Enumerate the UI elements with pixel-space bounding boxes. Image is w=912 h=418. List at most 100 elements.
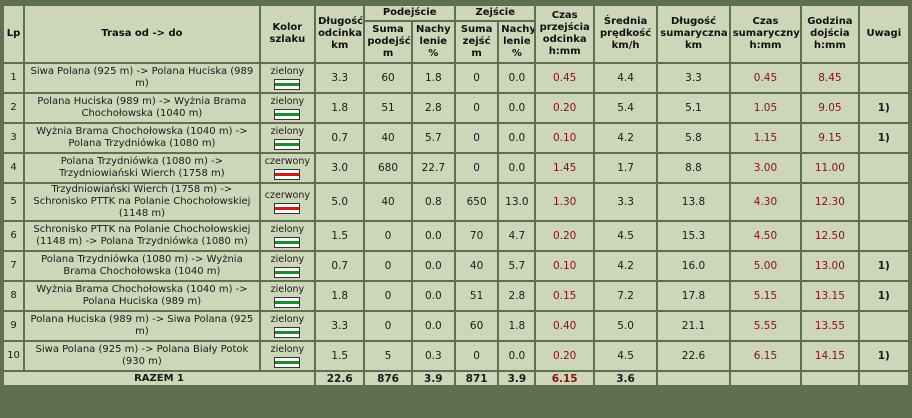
cell-suma-podejsc: 60 [365, 64, 411, 92]
cell-suma-podejsc: 680 [365, 154, 411, 182]
cell-dlugosc: 0.7 [316, 124, 364, 152]
trail-marker-stripe [275, 113, 300, 116]
cell-kolor: zielony [260, 342, 315, 370]
cell-kolor: zielony [260, 64, 315, 92]
cell-uwagi: 1) [859, 282, 908, 310]
cell-czas-sum: 5.15 [730, 282, 801, 310]
cell-czas-sum: 4.50 [730, 222, 801, 250]
cell-uwagi [859, 222, 908, 250]
cell-czas: 1.30 [536, 184, 593, 220]
cell-lp: 9 [4, 312, 24, 340]
cell-trasa: Polana Trzydniówka (1080 m) -> Trzydniow… [25, 154, 259, 182]
trail-marker-icon [274, 79, 301, 90]
cell-trasa: Polana Huciska (989 m) -> Siwa Polana (9… [25, 312, 259, 340]
trail-marker-icon [274, 139, 301, 150]
cell-trasa: Polana Trzydniówka (1080 m) -> Wyżnia Br… [25, 252, 259, 280]
cell-predkosc: 5.0 [594, 312, 657, 340]
cell-predkosc: 4.5 [594, 222, 657, 250]
cell-suma-zejsc: 0 [455, 342, 498, 370]
route-table-body: 1 Siwa Polana (925 m) -> Polana Huciska (… [4, 64, 908, 370]
trail-marker-stripe [275, 331, 300, 334]
trail-marker-stripe [275, 207, 300, 210]
trail-marker-icon [274, 109, 301, 120]
trail-marker-icon [274, 297, 301, 308]
cell-czas: 0.45 [536, 64, 593, 92]
total-empty-4 [859, 372, 908, 385]
cell-czas-sum: 3.00 [730, 154, 801, 182]
header-kolor: Kolor szlaku [260, 6, 315, 62]
trail-marker-stripe [275, 143, 300, 146]
cell-kolor: zielony [260, 94, 315, 122]
table-row: 5 Trzydniowiański Wierch (1758 m) -> Schr… [4, 184, 908, 220]
cell-predkosc: 5.4 [594, 94, 657, 122]
cell-godzina: 8.45 [802, 64, 858, 92]
cell-kolor: zielony [260, 312, 315, 340]
cell-dlugosc-sum: 5.1 [658, 94, 729, 122]
cell-nachylenie-podejscie: 0.3 [412, 342, 454, 370]
cell-nachylenie-zejscie: 0.0 [499, 342, 535, 370]
trail-marker-stripe [275, 361, 300, 364]
cell-predkosc: 4.2 [594, 252, 657, 280]
cell-suma-zejsc: 60 [455, 312, 498, 340]
cell-czas-sum: 5.55 [730, 312, 801, 340]
cell-dlugosc-sum: 8.8 [658, 154, 729, 182]
cell-lp: 5 [4, 184, 24, 220]
cell-godzina: 12.50 [802, 222, 858, 250]
cell-nachylenie-podejscie: 0.0 [412, 312, 454, 340]
cell-godzina: 13.00 [802, 252, 858, 280]
cell-uwagi [859, 64, 908, 92]
cell-nachylenie-zejscie: 0.0 [499, 94, 535, 122]
cell-nachylenie-podejscie: 1.8 [412, 64, 454, 92]
cell-nachylenie-zejscie: 4.7 [499, 222, 535, 250]
table-row: 4 Polana Trzydniówka (1080 m) -> Trzydnio… [4, 154, 908, 182]
cell-lp: 4 [4, 154, 24, 182]
trail-color-label: zielony [270, 224, 305, 235]
total-empty-1 [658, 372, 729, 385]
cell-dlugosc: 0.7 [316, 252, 364, 280]
cell-dlugosc-sum: 3.3 [658, 64, 729, 92]
total-predkosc: 3.6 [594, 372, 657, 385]
cell-czas: 0.20 [536, 222, 593, 250]
cell-kolor: zielony [260, 252, 315, 280]
total-suma-zejsc: 871 [455, 372, 498, 385]
cell-suma-zejsc: 0 [455, 154, 498, 182]
cell-godzina: 12.30 [802, 184, 858, 220]
cell-nachylenie-zejscie: 13.0 [499, 184, 535, 220]
cell-nachylenie-zejscie: 2.8 [499, 282, 535, 310]
trail-color-label: zielony [270, 96, 305, 107]
trail-color-label: zielony [270, 254, 305, 265]
cell-nachylenie-zejscie: 0.0 [499, 154, 535, 182]
table-row: 2 Polana Huciska (989 m) -> Wyżnia Brama … [4, 94, 908, 122]
header-czas-sum: Czas sumaryczny h:mm [730, 6, 801, 62]
cell-kolor: zielony [260, 282, 315, 310]
cell-czas: 0.15 [536, 282, 593, 310]
trail-color-label: czerwony [264, 156, 310, 167]
cell-suma-podejsc: 0 [365, 312, 411, 340]
trail-color-label: zielony [270, 284, 305, 295]
cell-nachylenie-zejscie: 0.0 [499, 124, 535, 152]
route-table-frame: Lp Trasa od -> do Kolor szlaku Długość o… [0, 0, 912, 418]
header-dlugosc: Długość odcinka km [316, 6, 364, 62]
header-zejscie: Zejście [455, 6, 535, 20]
cell-suma-zejsc: 0 [455, 124, 498, 152]
cell-suma-podejsc: 5 [365, 342, 411, 370]
cell-suma-podejsc: 51 [365, 94, 411, 122]
cell-lp: 8 [4, 282, 24, 310]
cell-trasa: Wyżnia Brama Chochołowska (1040 m) -> Po… [25, 282, 259, 310]
cell-lp: 3 [4, 124, 24, 152]
cell-predkosc: 7.2 [594, 282, 657, 310]
cell-uwagi: 1) [859, 342, 908, 370]
header-podejscie: Podejście [365, 6, 454, 20]
cell-dlugosc-sum: 22.6 [658, 342, 729, 370]
cell-czas-sum: 0.45 [730, 64, 801, 92]
cell-trasa: Trzydniowiański Wierch (1758 m) -> Schro… [25, 184, 259, 220]
trail-marker-stripe [275, 271, 300, 274]
trail-marker-stripe [275, 173, 300, 176]
trail-marker-icon [274, 357, 301, 368]
trail-marker-icon [274, 169, 301, 180]
cell-suma-podejsc: 0 [365, 222, 411, 250]
total-suma-podejsc: 876 [365, 372, 411, 385]
cell-dlugosc-sum: 17.8 [658, 282, 729, 310]
cell-suma-podejsc: 0 [365, 252, 411, 280]
cell-predkosc: 4.5 [594, 342, 657, 370]
